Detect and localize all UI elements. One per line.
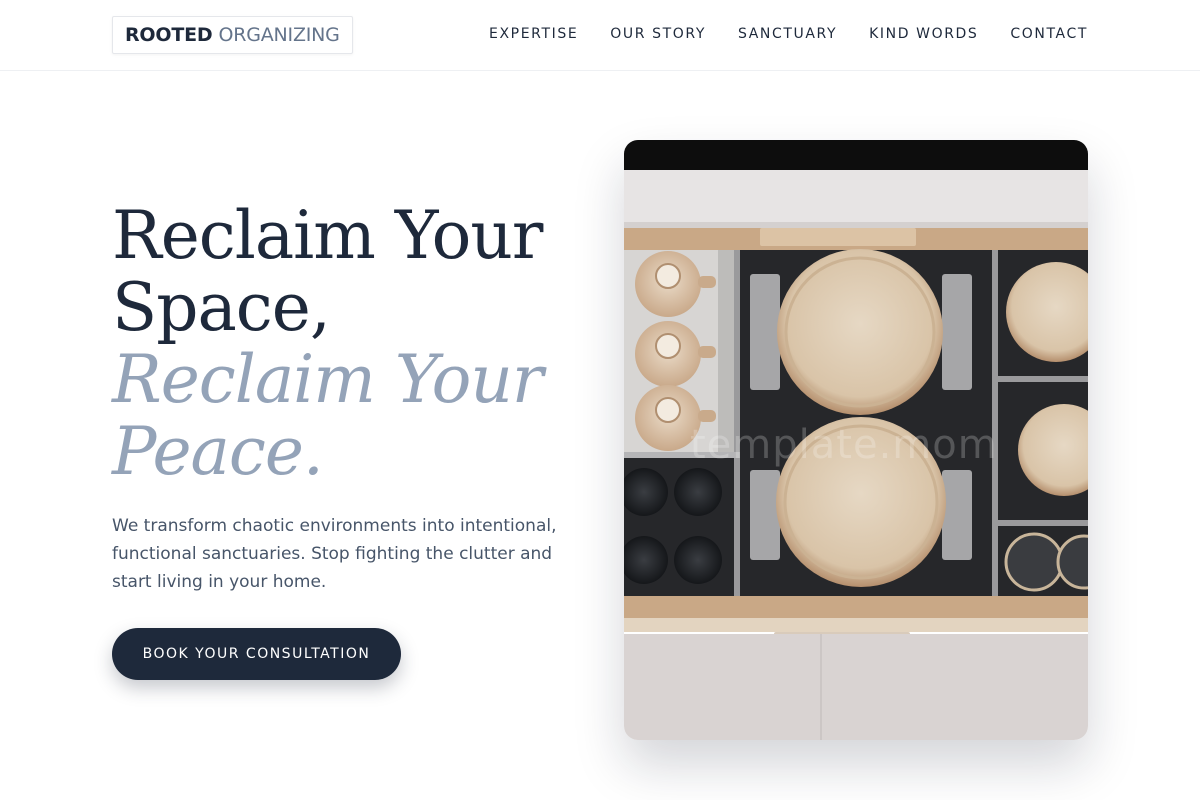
brand-logo[interactable]: ROOTED ORGANIZING (112, 16, 353, 54)
nav-item-expertise[interactable]: EXPERTISE (489, 23, 578, 45)
book-consultation-button[interactable]: BOOK YOUR CONSULTATION (112, 628, 401, 680)
main-nav: EXPERTISE OUR STORY SANCTUARY KIND WORDS… (489, 23, 1088, 45)
site-header: ROOTED ORGANIZING EXPERTISE OUR STORY SA… (0, 0, 1200, 71)
nav-item-contact[interactable]: CONTACT (1010, 23, 1088, 45)
image-watermark: template.mom (690, 422, 998, 468)
brand-name-light: ORGANIZING (218, 24, 340, 46)
hero-title-line: Reclaim Your (112, 197, 543, 274)
hero-image: template.mom (624, 140, 1088, 740)
nav-item-kind-words[interactable]: KIND WORDS (869, 23, 978, 45)
brand-name-strong: ROOTED (125, 24, 213, 46)
hero-title: Reclaim Your Space, Reclaim Your Peace. (112, 200, 592, 488)
nav-item-our-story[interactable]: OUR STORY (610, 23, 706, 45)
hero-title-accent-line: Reclaim Your (112, 341, 543, 418)
hero-title-line: Space, (112, 269, 331, 346)
hero-subtitle: We transform chaotic environments into i… (112, 516, 557, 592)
hero-title-accent-line: Peace. (112, 413, 324, 490)
nav-item-sanctuary[interactable]: SANCTUARY (738, 23, 837, 45)
